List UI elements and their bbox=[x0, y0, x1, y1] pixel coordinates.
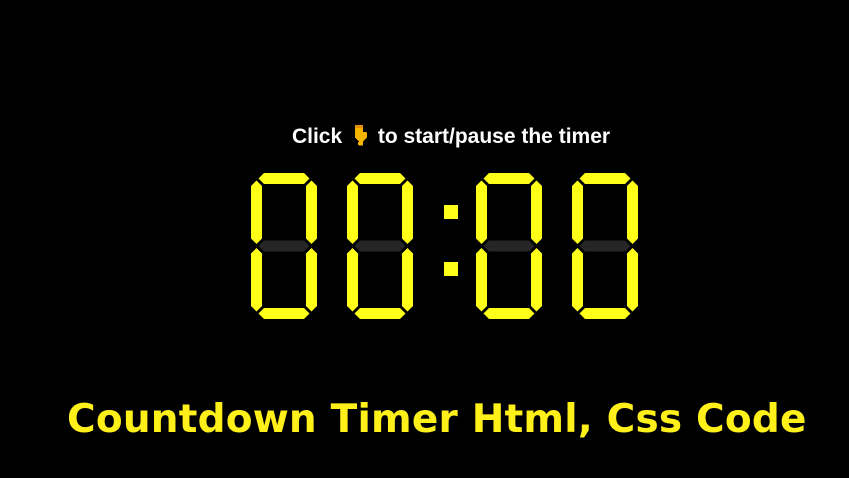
timer-digits bbox=[251, 173, 638, 319]
digit-segment-a bbox=[483, 173, 535, 184]
digit-segment-a bbox=[258, 173, 310, 184]
timer-digit-2 bbox=[347, 173, 413, 319]
instruction-suffix: to start/pause the timer bbox=[377, 125, 611, 148]
timer-colon bbox=[444, 205, 458, 276]
digit-segment-c bbox=[627, 248, 638, 312]
digit-segment-f bbox=[572, 180, 583, 244]
colon-dot-bottom bbox=[444, 262, 458, 276]
colon-dot-top bbox=[444, 205, 458, 219]
digit-segment-g bbox=[258, 240, 310, 252]
digit-segment-e bbox=[347, 248, 358, 312]
instruction-prefix: Click bbox=[291, 125, 343, 148]
digit-segment-g bbox=[579, 240, 631, 252]
digit-segment-e bbox=[476, 248, 487, 312]
digit-segment-f bbox=[347, 180, 358, 244]
digit-segment-f bbox=[251, 180, 262, 244]
digit-segment-b bbox=[627, 180, 638, 244]
timer-digit-3 bbox=[476, 173, 542, 319]
digit-segment-e bbox=[251, 248, 262, 312]
page-caption: Countdown Timer Html, Css Code bbox=[67, 397, 807, 442]
digit-segment-d bbox=[354, 308, 406, 319]
timer-digit-1 bbox=[251, 173, 317, 319]
pointing-down-hand-icon bbox=[352, 124, 368, 154]
instruction-text: Click to start/pause the timer bbox=[0, 123, 849, 154]
digit-segment-c bbox=[306, 248, 317, 312]
digit-segment-c bbox=[531, 248, 542, 312]
digit-segment-f bbox=[476, 180, 487, 244]
countdown-timer-display[interactable] bbox=[245, 168, 655, 320]
timer-digit-4 bbox=[572, 173, 638, 319]
digit-segment-a bbox=[354, 173, 406, 184]
digit-segment-g bbox=[354, 240, 406, 252]
digit-segment-d bbox=[483, 308, 535, 319]
digit-segment-b bbox=[531, 180, 542, 244]
digit-segment-c bbox=[402, 248, 413, 312]
digit-segment-a bbox=[579, 173, 631, 184]
digit-segment-e bbox=[572, 248, 583, 312]
digit-segment-d bbox=[579, 308, 631, 319]
digit-segment-d bbox=[258, 308, 310, 319]
digit-segment-b bbox=[306, 180, 317, 244]
digit-segment-g bbox=[483, 240, 535, 252]
digit-segment-b bbox=[402, 180, 413, 244]
